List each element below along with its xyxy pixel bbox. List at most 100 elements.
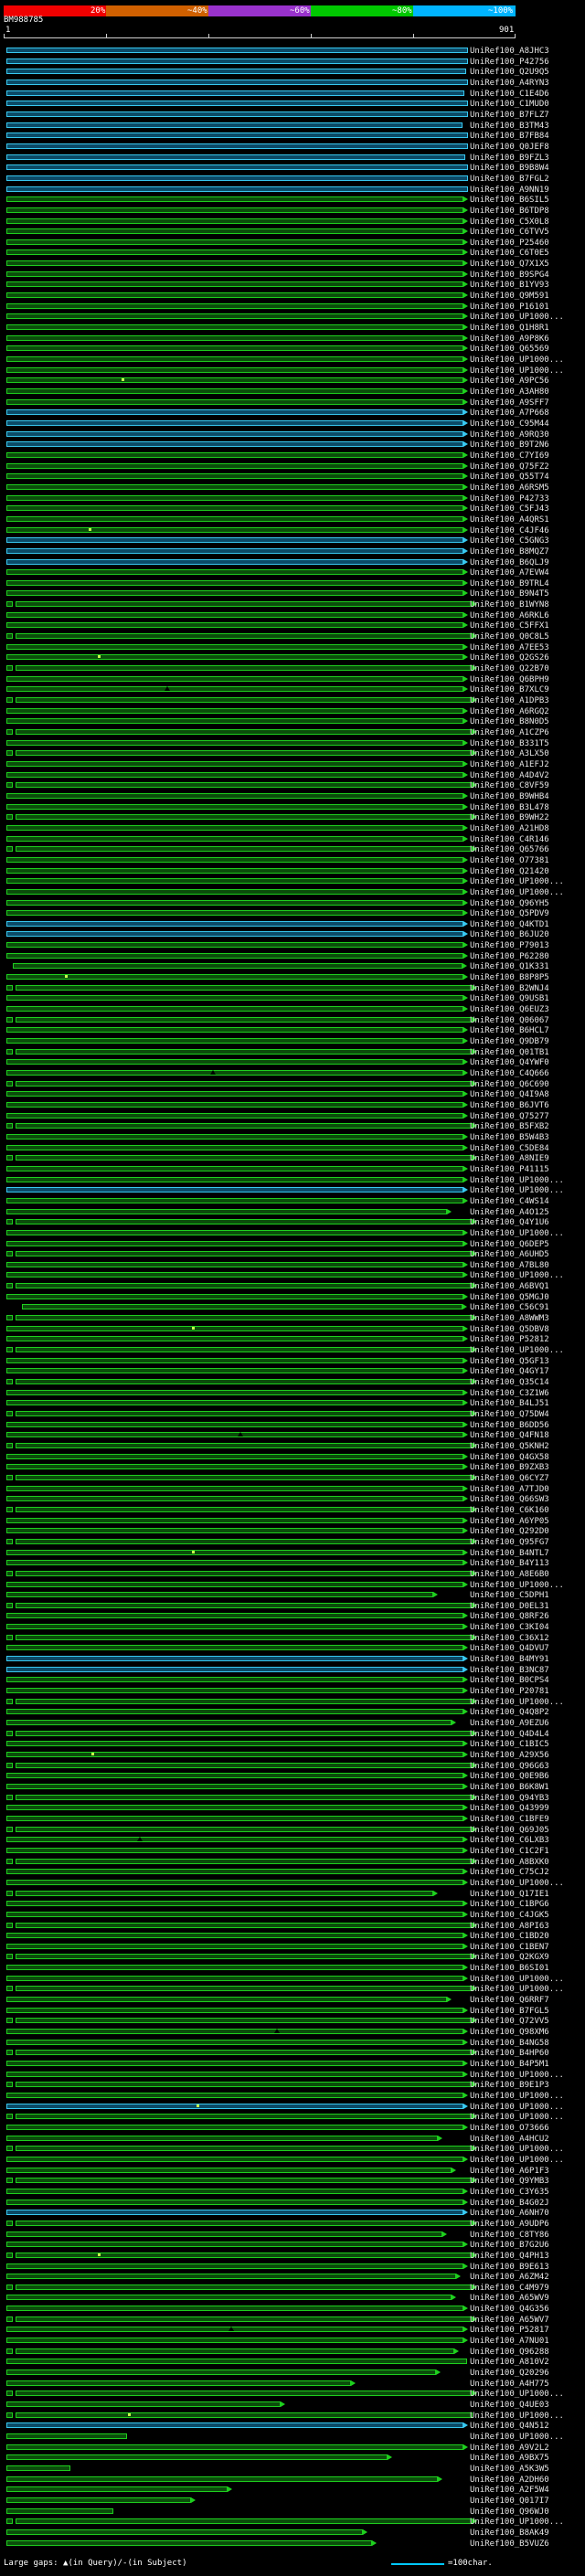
alignment-bar[interactable] [6,1454,463,1459]
hit-label[interactable]: UniRef100_Q65766 [470,845,549,854]
alignment-bar[interactable] [6,1944,463,1949]
alignment-bar[interactable] [6,1091,463,1097]
alignment-bar[interactable] [16,1155,473,1161]
hit-row[interactable]: UniRef100_B5VUZ6 [0,2539,585,2549]
hit-label[interactable]: UniRef100_A6BVQ1 [470,1282,549,1291]
hit-label[interactable]: UniRef100_C5FFX1 [470,621,549,631]
alignment-bar[interactable] [16,846,473,852]
alignment-bar[interactable] [6,878,463,884]
hit-label[interactable]: UniRef100_Q5PDV9 [470,909,549,918]
hit-row[interactable]: UniRef100_B9SPG4 [0,270,585,281]
alignment-bar[interactable] [6,1059,463,1065]
hit-row[interactable]: UniRef100_B1YV93 [0,280,585,291]
hit-row[interactable]: UniRef100_Q5PDV9 [0,908,585,919]
alignment-bar[interactable] [6,1241,463,1246]
alignment-bar[interactable] [6,537,463,543]
hit-row[interactable]: UniRef100_Q5KNH2 [0,1441,585,1452]
hit-row[interactable]: UniRef100_P52817 [0,2325,585,2336]
hit-label[interactable]: UniRef100_A29X56 [470,1751,549,1760]
hit-label[interactable]: UniRef100_Q75DW4 [470,1410,549,1419]
hit-label[interactable]: UniRef100_A8E6B0 [470,1570,549,1579]
alignment-bar[interactable] [6,2508,113,2514]
alignment-bar[interactable] [6,2433,127,2439]
hit-label[interactable]: UniRef100_A6ZM42 [470,2273,549,2282]
hit-label[interactable]: UniRef100_A9EZU6 [470,1719,549,1728]
hit-label[interactable]: UniRef100_Q2GS26 [470,653,549,663]
hit-label[interactable]: UniRef100_UP1000... [470,1186,564,1195]
hit-row[interactable]: UniRef100_B6JVT6 [0,1100,585,1111]
hit-row[interactable]: UniRef100_UP1000... [0,876,585,887]
hit-label[interactable]: UniRef100_B4HP60 [470,2049,549,2058]
hit-row[interactable]: UniRef100_B7FB84 [0,131,585,142]
alignment-bar[interactable] [6,249,463,255]
hit-label[interactable]: UniRef100_UP1000... [470,313,564,322]
alignment-bar[interactable] [6,441,463,447]
alignment-bar[interactable] [6,1006,463,1012]
hit-label[interactable]: UniRef100_UP1000... [470,1698,564,1707]
hit-label[interactable]: UniRef100_A7EVW4 [470,568,549,578]
hit-row[interactable]: UniRef100_B9T2N6 [0,440,585,451]
hit-row[interactable]: UniRef100_B3L478 [0,802,585,813]
hit-label[interactable]: UniRef100_Q20296 [470,2369,549,2378]
hit-row[interactable]: UniRef100_C1BD20 [0,1931,585,1942]
hit-row[interactable]: UniRef100_B5FXB2 [0,1121,585,1132]
alignment-bar[interactable] [6,1390,463,1395]
alignment-bar[interactable] [6,1528,463,1533]
alignment-bar[interactable] [6,377,463,383]
hit-label[interactable]: UniRef100_C6T0E5 [470,249,549,258]
hit-label[interactable]: UniRef100_Q01TB1 [470,1048,549,1057]
hit-row[interactable]: UniRef100_UP1000... [0,1878,585,1889]
alignment-bar[interactable] [6,772,463,778]
hit-row[interactable]: UniRef100_A6BVQ1 [0,1281,585,1292]
alignment-bar[interactable] [16,1699,473,1704]
hit-row[interactable]: UniRef100_A9V2L2 [0,2443,585,2454]
hit-label[interactable]: UniRef100_Q98XM6 [470,2028,549,2037]
alignment-bar[interactable] [6,1720,452,1725]
hit-row[interactable]: UniRef100_B6QLJ9 [0,557,585,568]
hit-row[interactable]: UniRef100_C8TY86 [0,2230,585,2241]
hit-row[interactable]: UniRef100_Q72VV5 [0,2016,585,2027]
alignment-bar[interactable] [6,953,463,959]
hit-label[interactable]: UniRef100_B4NTL7 [470,1549,549,1558]
hit-label[interactable]: UniRef100_UP1000... [470,2145,564,2154]
alignment-bar[interactable] [6,463,463,469]
hit-label[interactable]: UniRef100_B6HCL7 [470,1026,549,1035]
hit-row[interactable]: UniRef100_A21HD8 [0,823,585,834]
hit-label[interactable]: UniRef100_P41115 [470,1165,549,1174]
hit-row[interactable]: UniRef100_C4R146 [0,834,585,845]
hit-row[interactable]: UniRef100_A810V2 [0,2357,585,2368]
hit-row[interactable]: UniRef100_C3Z1W6 [0,1388,585,1399]
alignment-bar[interactable] [6,1773,463,1778]
alignment-bar[interactable] [6,90,464,96]
alignment-bar[interactable] [16,601,473,607]
alignment-bar[interactable] [16,750,473,756]
hit-row[interactable]: UniRef100_P79013 [0,940,585,951]
hit-row[interactable]: UniRef100_Q66SW3 [0,1494,585,1505]
hit-label[interactable]: UniRef100_Q0E9B6 [470,1772,549,1781]
alignment-bar[interactable] [6,1613,463,1618]
hit-row[interactable]: UniRef100_B9B8W4 [0,163,585,174]
hit-row[interactable]: UniRef100_Q6DEP5 [0,1239,585,1250]
hit-row[interactable]: UniRef100_Q1K331 [0,961,585,972]
hit-row[interactable]: UniRef100_A6RSM5 [0,482,585,493]
hit-row[interactable]: UniRef100_A4O125 [0,1207,585,1218]
hit-row[interactable]: UniRef100_Q9USB1 [0,993,585,1004]
hit-row[interactable]: UniRef100_C4Q666 [0,1068,585,1079]
hit-label[interactable]: UniRef100_C4R146 [470,835,549,844]
hit-label[interactable]: UniRef100_B8P8P5 [470,973,549,982]
hit-label[interactable]: UniRef100_A1EFJ2 [470,760,549,769]
hit-label[interactable]: UniRef100_Q7X1X5 [470,260,549,269]
hit-label[interactable]: UniRef100_B6DD56 [470,1421,549,1430]
alignment-bar[interactable] [22,1304,463,1309]
alignment-bar[interactable] [16,1443,473,1448]
alignment-bar[interactable] [6,1262,463,1267]
hit-label[interactable]: UniRef100_Q96WJ0 [470,2507,549,2517]
hit-label[interactable]: UniRef100_B5W4B3 [470,1133,549,1142]
hit-row[interactable]: UniRef100_Q017I7 [0,2496,585,2507]
hit-row[interactable]: UniRef100_C1BFE9 [0,1814,585,1825]
hit-label[interactable]: UniRef100_Q75FZ2 [470,462,549,472]
hit-label[interactable]: UniRef100_Q22B70 [470,664,549,673]
hit-row[interactable]: UniRef100_A8E6B0 [0,1569,585,1580]
hit-label[interactable]: UniRef100_A810V2 [470,2358,549,2367]
alignment-bar[interactable] [6,1336,463,1341]
